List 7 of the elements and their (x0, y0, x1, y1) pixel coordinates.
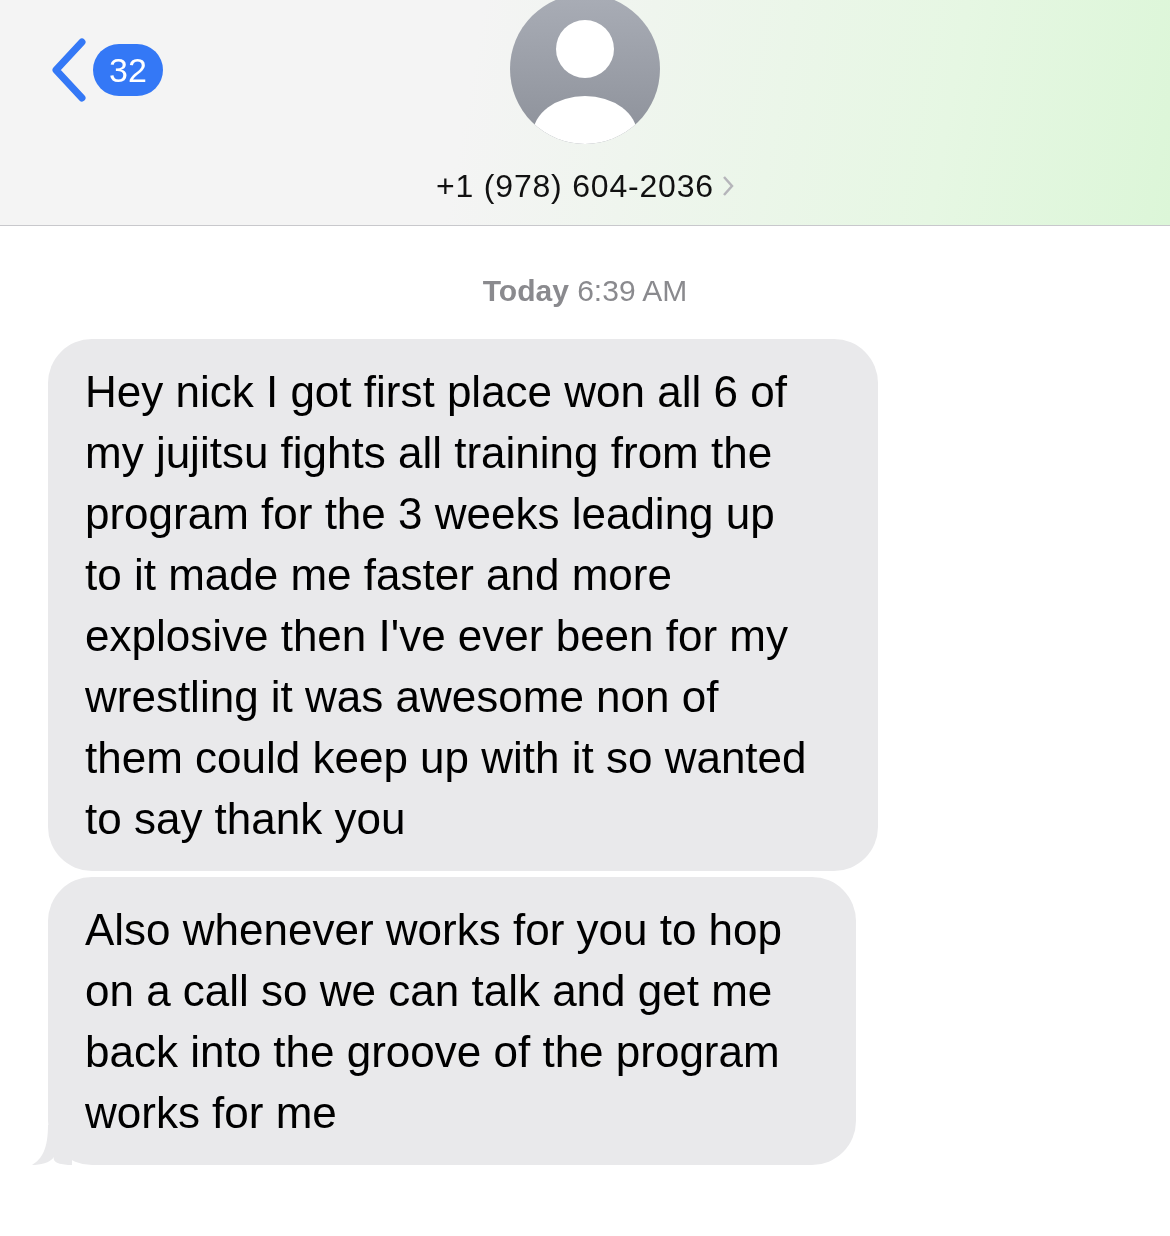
message-text: Also whenever works for you to hop on a call so we can talk and get me back into the groove of the program works for me (85, 904, 784, 1139)
contact-number[interactable]: +1 (978) 604-2036 (436, 162, 714, 210)
avatar-icon[interactable] (510, 0, 660, 144)
chevron-right-icon[interactable] (721, 175, 734, 197)
timestamp: Today 6:39 AM (482, 273, 688, 309)
message-text: Hey nick I got first place won all 6 of my jujitsu fights all training from the program for the 3 weeks leading up to it made me faster and more explosive then I've ever been for my wrestling it was awesome non of them could keep up with it so wanted to say thank you (85, 366, 808, 845)
unread-count-badge[interactable]: 32 (93, 44, 163, 96)
